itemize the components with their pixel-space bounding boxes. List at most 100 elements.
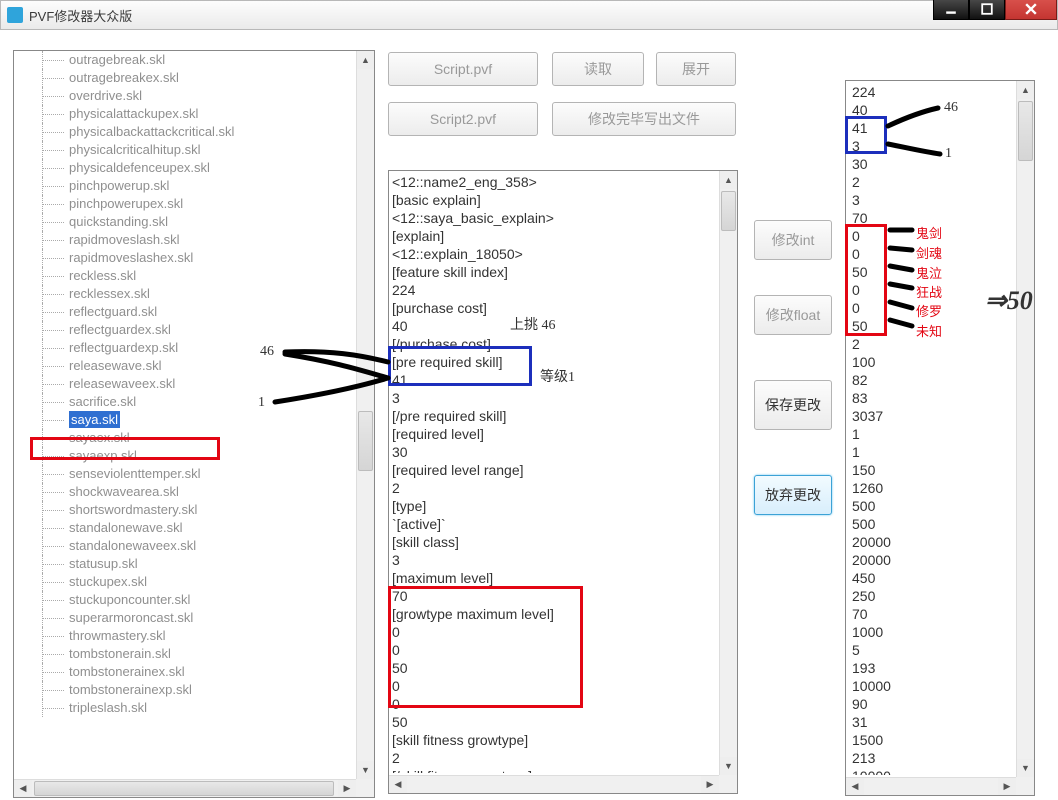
file-tree-panel: outragebreak.skl outragebreakex.skloverdr… [13, 50, 375, 798]
tree-item-label: shockwavearea.skl [69, 484, 179, 499]
tree-item[interactable]: outragebreak.skl [14, 51, 356, 69]
tree-item-label: stuckuponcounter.skl [69, 592, 190, 607]
tree-item-label: shortswordmastery.skl [69, 502, 197, 517]
value-list[interactable]: 224 40 41 3 30 2 3 70 0 0 50 0 0 50 2 10… [852, 83, 1014, 775]
tree-item[interactable]: quickstanding.skl [14, 213, 356, 231]
scroll-thumb-v[interactable] [1018, 101, 1033, 161]
tree-scrollbar-h[interactable]: ◀ ▶ [14, 779, 356, 797]
app-icon [7, 7, 23, 23]
tree-item-label: physicalcriticalhitup.skl [69, 142, 201, 157]
tree-item[interactable]: statusup.skl [14, 555, 356, 573]
tree-item[interactable]: throwmastery.skl [14, 627, 356, 645]
save-button[interactable]: 保存更改 [754, 380, 832, 430]
tree-item[interactable]: stuckuponcounter.skl [14, 591, 356, 609]
tree-item[interactable]: reflectguardex.skl [14, 321, 356, 339]
close-button[interactable] [1005, 0, 1057, 20]
scroll-thumb-v[interactable] [721, 191, 736, 231]
tree-item[interactable]: pinchpowerupex.skl [14, 195, 356, 213]
scroll-right-icon[interactable]: ▶ [998, 778, 1016, 795]
tree-item-label: physicaldefenceupex.skl [69, 160, 210, 175]
expand-button[interactable]: 展开 [656, 52, 736, 86]
minimize-button[interactable] [933, 0, 969, 20]
tree-item-label: reflectguardexp.skl [69, 340, 178, 355]
scroll-up-icon[interactable]: ▲ [357, 51, 374, 69]
tree-item[interactable]: tombstonerainexp.skl [14, 681, 356, 699]
tree-item[interactable]: sayaexp.skl [14, 447, 356, 465]
tree-item-label: tombstonerainex.skl [69, 664, 185, 679]
tree-item[interactable]: releasewave.skl [14, 357, 356, 375]
tree-item[interactable]: reflectguard.skl [14, 303, 356, 321]
tree-item[interactable]: stuckupex.skl [14, 573, 356, 591]
script1-button[interactable]: Script.pvf [388, 52, 538, 86]
tree-item-label: physicalbackattackcritical.skl [69, 124, 234, 139]
scroll-up-icon[interactable]: ▲ [720, 171, 737, 189]
tree-item[interactable]: releasewaveex.skl [14, 375, 356, 393]
tree-scrollbar-v[interactable]: ▲ ▼ [356, 51, 374, 779]
tree-item[interactable]: sacrifice.skl [14, 393, 356, 411]
annotation-label-2: 等级1 [540, 366, 575, 386]
modify-float-button[interactable]: 修改float [754, 295, 832, 335]
tree-item[interactable]: senseviolenttemper.skl [14, 465, 356, 483]
tree-item-label: sacrifice.skl [69, 394, 136, 409]
script-textarea[interactable]: <12::name2_eng_358> [basic explain] <12:… [392, 173, 717, 773]
scroll-left-icon[interactable]: ◀ [14, 780, 32, 797]
tree-item[interactable]: shockwavearea.skl [14, 483, 356, 501]
tree-item[interactable]: reflectguardexp.skl [14, 339, 356, 357]
scroll-left-icon[interactable]: ◀ [846, 778, 864, 795]
tree-item[interactable]: tombstonerainex.skl [14, 663, 356, 681]
tree-item-label: quickstanding.skl [69, 214, 168, 229]
writeout-button[interactable]: 修改完毕写出文件 [552, 102, 736, 136]
tree-item[interactable]: shortswordmastery.skl [14, 501, 356, 519]
scroll-corner [719, 775, 737, 793]
discard-button[interactable]: 放弃更改 [754, 475, 832, 515]
tree-item[interactable]: physicaldefenceupex.skl [14, 159, 356, 177]
tree-item-label: tripleslash.skl [69, 700, 147, 715]
tree-item[interactable]: sayaex.skl [14, 429, 356, 447]
tree-item[interactable]: tripleslash.skl [14, 699, 356, 717]
tree-item[interactable]: overdrive.skl [14, 87, 356, 105]
read-button[interactable]: 读取 [552, 52, 644, 86]
scroll-right-icon[interactable]: ▶ [701, 776, 719, 793]
tree-item[interactable]: standalonewave.skl [14, 519, 356, 537]
tree-item[interactable]: superarmoroncast.skl [14, 609, 356, 627]
scroll-thumb-v[interactable] [358, 411, 373, 471]
tree-item[interactable]: rapidmoveslashex.skl [14, 249, 356, 267]
script-text-panel: <12::name2_eng_358> [basic explain] <12:… [388, 170, 738, 794]
tree-item[interactable]: tombstonerain.skl [14, 645, 356, 663]
tree-item-label: tombstonerain.skl [69, 646, 171, 661]
maximize-button[interactable] [969, 0, 1005, 20]
tree-item[interactable]: saya.skl [14, 411, 356, 429]
values-scrollbar-v[interactable]: ▲ ▼ [1016, 81, 1034, 777]
script2-button[interactable]: Script2.pvf [388, 102, 538, 136]
scroll-up-icon[interactable]: ▲ [1017, 81, 1034, 99]
scroll-down-icon[interactable]: ▼ [357, 761, 374, 779]
values-scrollbar-h[interactable]: ◀ ▶ [846, 777, 1016, 795]
tree-item[interactable]: physicalcriticalhitup.skl [14, 141, 356, 159]
tree-item[interactable]: reckless.skl [14, 267, 356, 285]
tree-item-label: outragebreak.skl [69, 52, 165, 67]
tree-item[interactable]: physicalattackupex.skl [14, 105, 356, 123]
scroll-down-icon[interactable]: ▼ [1017, 759, 1034, 777]
tree-item-label: sayaexp.skl [69, 448, 137, 463]
script-scrollbar-h[interactable]: ◀ ▶ [389, 775, 719, 793]
modify-int-button[interactable]: 修改int [754, 220, 832, 260]
scroll-left-icon[interactable]: ◀ [389, 776, 407, 793]
tree-item[interactable]: rapidmoveslash.skl [14, 231, 356, 249]
script-scrollbar-v[interactable]: ▲ ▼ [719, 171, 737, 775]
annotation-class-label: 未知 [916, 321, 942, 340]
tree-item[interactable]: physicalbackattackcritical.skl [14, 123, 356, 141]
annotation-left-num1: 46 [260, 344, 274, 360]
tree-item[interactable]: recklessex.skl [14, 285, 356, 303]
tree-item[interactable]: standalonewaveex.skl [14, 537, 356, 555]
scroll-right-icon[interactable]: ▶ [338, 780, 356, 797]
tree-item-label: standalonewave.skl [69, 520, 182, 535]
scroll-down-icon[interactable]: ▼ [720, 757, 737, 775]
tree-item[interactable]: pinchpowerup.skl [14, 177, 356, 195]
scroll-thumb-h[interactable] [34, 781, 334, 796]
file-tree[interactable]: outragebreak.skl outragebreakex.skloverdr… [14, 51, 356, 779]
tree-item-label: rapidmoveslashex.skl [69, 250, 193, 265]
tree-item[interactable]: outragebreakex.skl [14, 69, 356, 87]
tree-item-label: tombstonerainexp.skl [69, 682, 192, 697]
tree-item-label: reckless.skl [69, 268, 136, 283]
tree-item-label: pinchpowerup.skl [69, 178, 169, 193]
